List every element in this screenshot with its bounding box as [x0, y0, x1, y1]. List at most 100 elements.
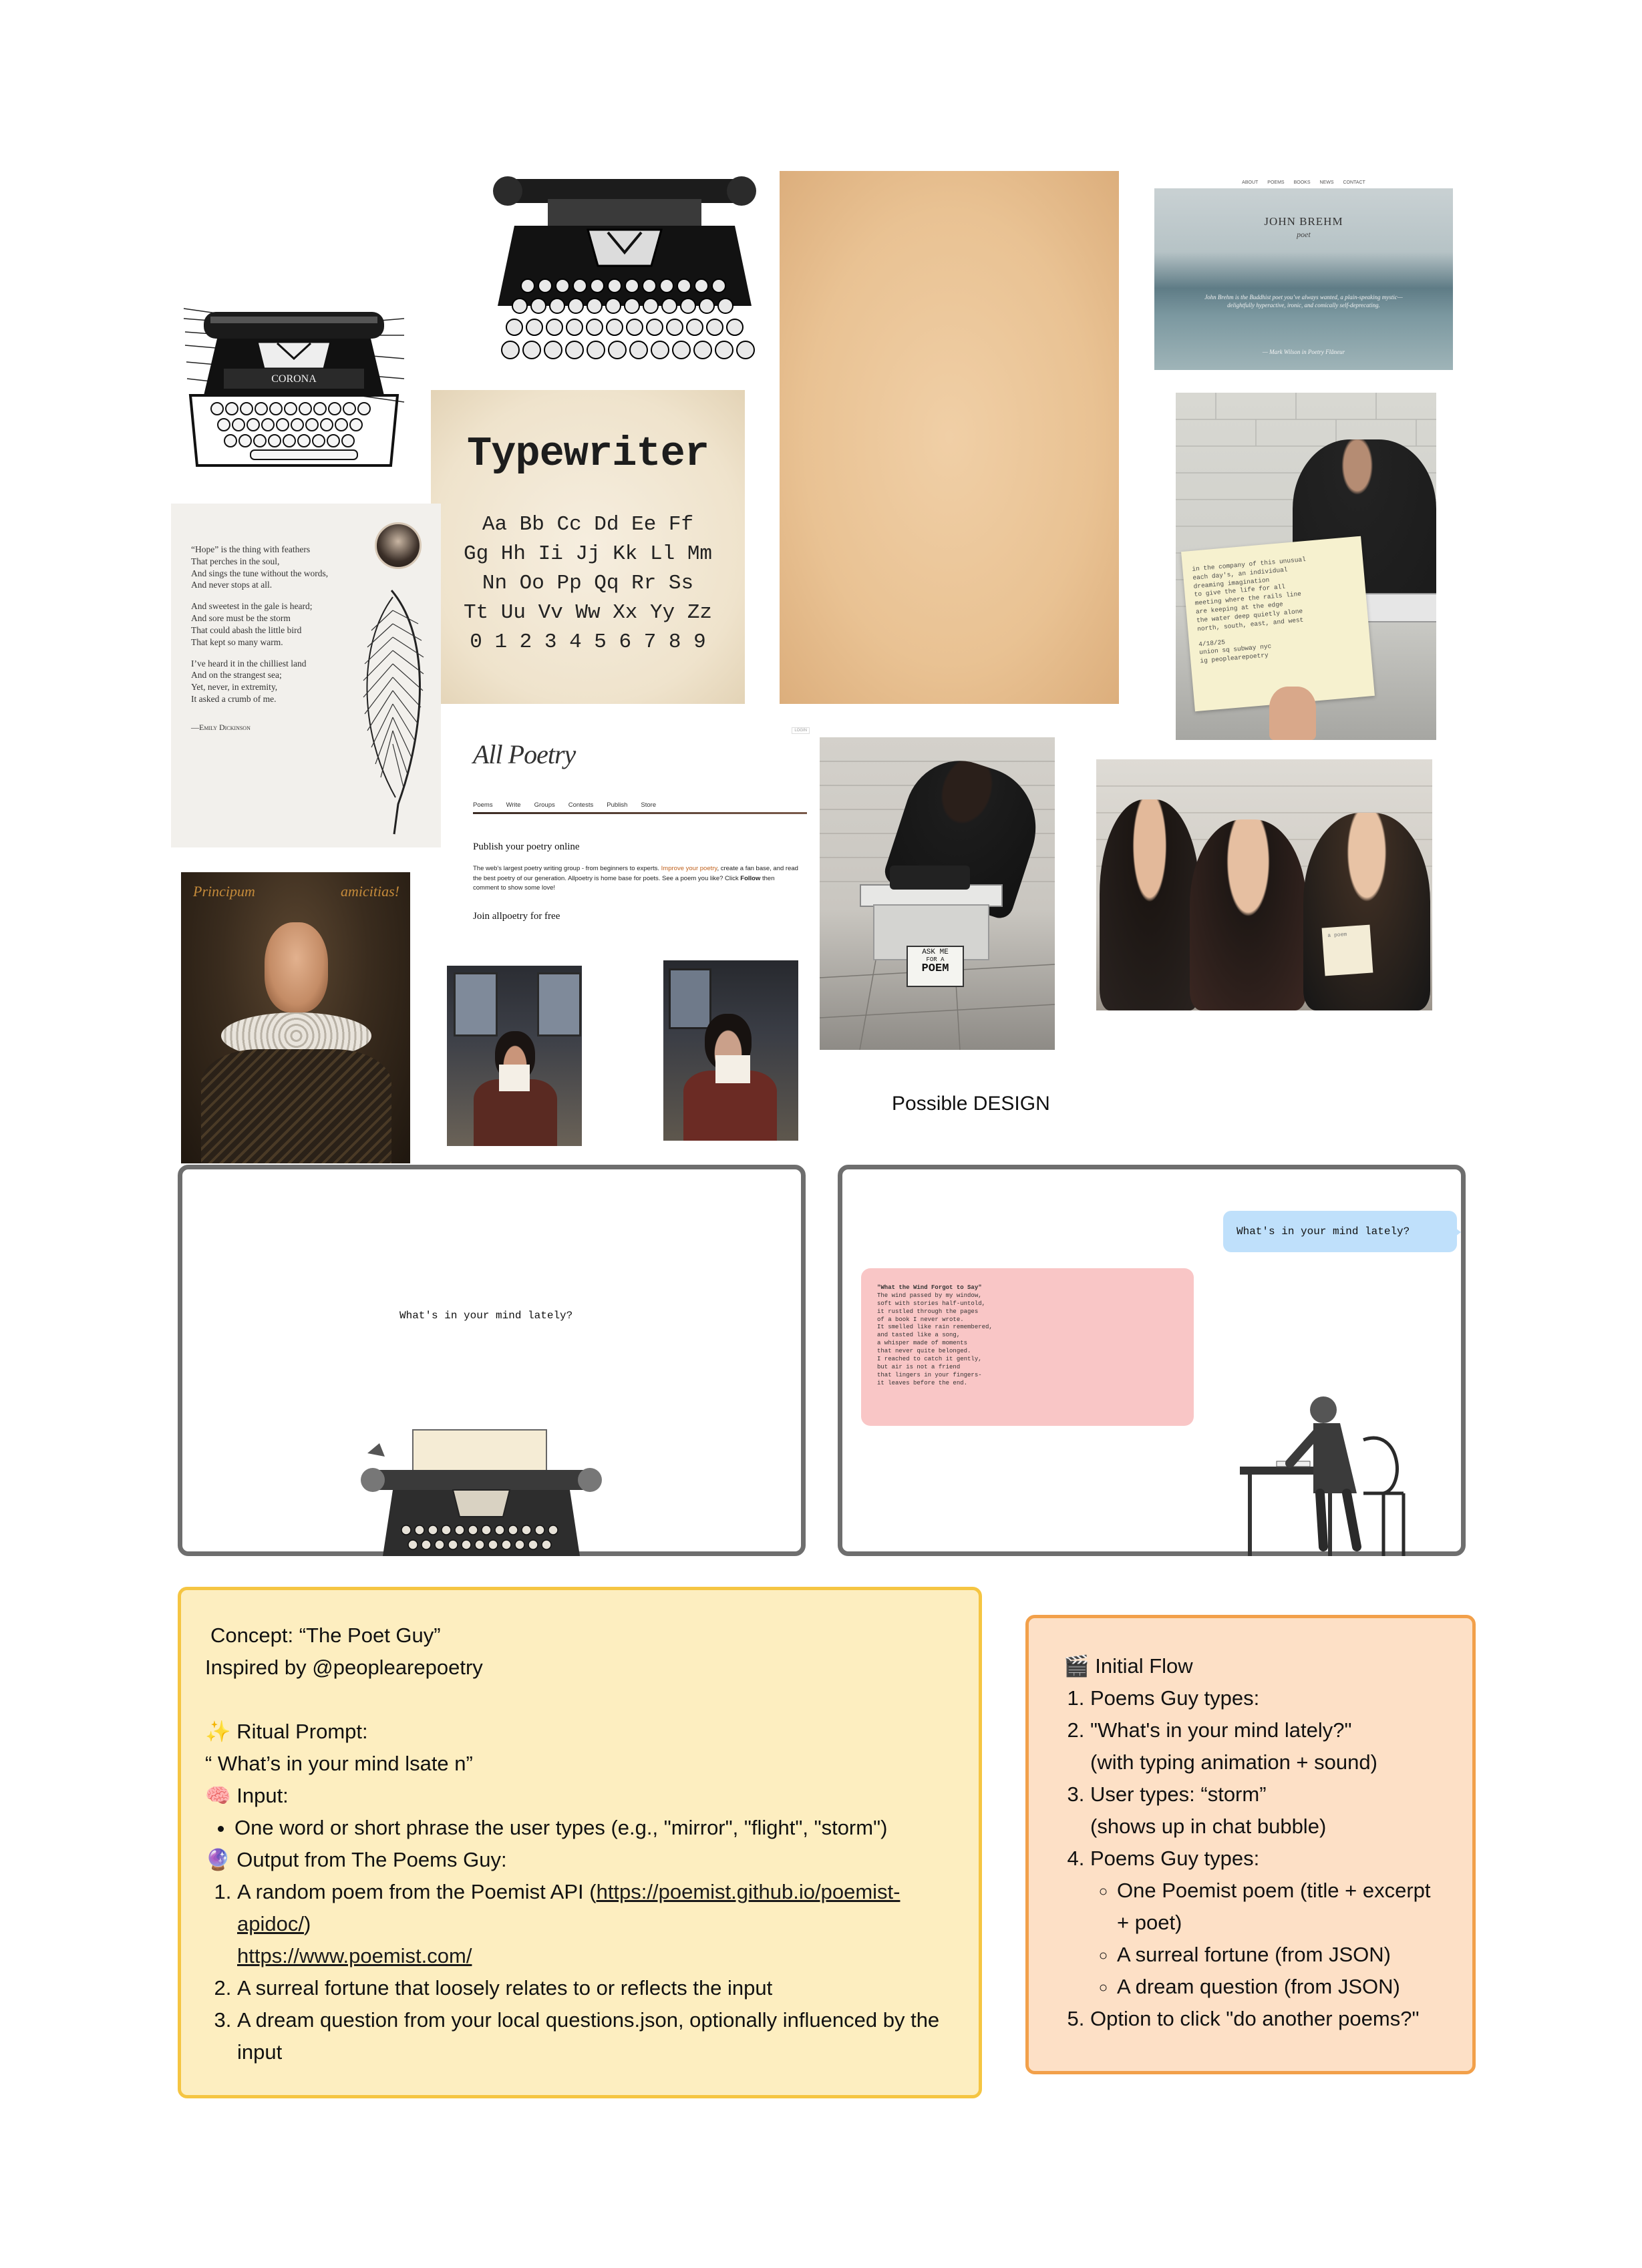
- flow-output-question: A dream question (from JSON): [1117, 1971, 1438, 2003]
- output-item-poem: A random poem from the Poemist API (http…: [237, 1876, 959, 1972]
- output-item-fortune: A surreal fortune that loosely relates t…: [237, 1972, 959, 2004]
- shakespeare-portrait: Principum amicitias!: [181, 872, 410, 1163]
- input-heading: 🧠 Input:: [205, 1780, 979, 1812]
- rider-paper: [715, 1055, 750, 1083]
- poem-line: It asked a crumb of me.: [191, 693, 277, 704]
- flow-step-5: Option to click "do another poems?": [1090, 2003, 1472, 2035]
- poem-line: I’ve heard it in the chilliest land: [191, 658, 307, 669]
- output-item-question: A dream question from your local questio…: [237, 2004, 959, 2068]
- emily-dickinson-poem-card: “Hope” is the thing with feathers That p…: [171, 504, 441, 847]
- ritual-prompt-label: Ritual Prompt:: [236, 1720, 368, 1743]
- flow-heading: 🎬 Initial Flow: [1063, 1650, 1472, 1682]
- subway-window: [669, 968, 711, 1029]
- ask-me-sign: ASK ME FOR A POEM: [907, 946, 964, 987]
- brehm-name: JOHN BREHM: [1264, 215, 1343, 228]
- allpoetry-nav-publish[interactable]: Publish: [607, 801, 627, 809]
- corona-typewriter-illustration: CORONA: [177, 295, 411, 472]
- poem-line: And on the strangest sea;: [191, 670, 282, 681]
- allpoetry-nav-groups[interactable]: Groups: [534, 801, 555, 809]
- brehm-attribution: — Mark Wilson in Poetry Flâneur: [1262, 349, 1345, 355]
- brehm-nav-poems[interactable]: POEMS: [1267, 180, 1284, 185]
- allpoetry-body: The web's largest poetry writing group -…: [473, 864, 800, 894]
- poem-line: [191, 591, 328, 600]
- allpoetry-login[interactable]: LOGIN: [792, 727, 810, 734]
- allpoetry-nav-store[interactable]: Store: [641, 801, 656, 809]
- brehm-nav-news[interactable]: NEWS: [1320, 180, 1334, 185]
- aged-paper-texture: [780, 171, 1119, 704]
- subway-rider-photo-2: [663, 960, 798, 1141]
- poem-line: That perches in the soul,: [191, 556, 280, 566]
- portrait-doublet: [201, 1049, 391, 1163]
- flow-step-2-text: "What's in your mind lately?": [1090, 1718, 1352, 1742]
- poem-line: That could abash the little bird: [191, 624, 302, 635]
- input-description: One word or short phrase the user types …: [234, 1812, 979, 1844]
- typewriter-font-specimen: Typewriter Aa Bb Cc Dd Ee Ff Gg Hh Ii Jj…: [431, 390, 745, 704]
- poem-line: I reached to catch it gently,: [877, 1355, 982, 1362]
- vintage-typewriter-photo: [488, 172, 762, 373]
- poem-line: that lingers in your fingers-: [877, 1371, 982, 1378]
- flow-step-2: "What's in your mind lately?" (with typin…: [1090, 1714, 1472, 1778]
- flow-steps: Poems Guy types: "What's in your mind la…: [1063, 1682, 1472, 2035]
- sparkles-icon: ✨: [205, 1720, 231, 1743]
- font-specimen-title: Typewriter: [466, 430, 709, 478]
- brain-icon: 🧠: [205, 1784, 231, 1807]
- design-screen-chat: What's in your mind lately? "What the Wi…: [838, 1165, 1466, 1556]
- poem-line: And sweetest in the gale is heard;: [191, 601, 313, 612]
- brehm-nav-books[interactable]: BOOKS: [1294, 180, 1311, 185]
- brehm-nav-contact[interactable]: CONTACT: [1343, 180, 1365, 185]
- poem-note-card: in the company of this unusual each day'…: [1181, 536, 1375, 712]
- flow-step-1: Poems Guy types:: [1090, 1682, 1472, 1714]
- writing-poet-illustration: [1240, 1396, 1406, 1556]
- concept-title: Concept: “The Poet Guy”: [210, 1624, 441, 1647]
- allpoetry-nav-poems[interactable]: Poems: [473, 801, 493, 809]
- poem-line: of a book I never wrote.: [877, 1316, 964, 1323]
- friend-2: [1190, 819, 1307, 1010]
- font-specimen-row: Gg Hh Ii Jj Kk Ll Mm: [463, 542, 713, 566]
- font-specimen-row: Tt Uu Vv Ww Xx Yy Zz: [463, 601, 713, 624]
- street-poet-photo: ASK ME FOR A POEM: [820, 737, 1055, 1050]
- friend-1: [1100, 799, 1200, 1010]
- poem-line: The wind passed by my window,: [877, 1292, 982, 1299]
- font-specimen-row: Nn Oo Pp Qq Rr Ss: [482, 572, 694, 595]
- output-heading: 🔮 Output from The Poems Guy:: [205, 1844, 979, 1876]
- ritual-prompt-text: “ What’s in your mind lsate n”: [205, 1752, 473, 1775]
- portrait-inscription-right: amicitias!: [341, 883, 399, 900]
- allpoetry-join-cta[interactable]: Join allpoetry for free: [473, 911, 560, 922]
- subway-poem-card-photo: in the company of this unusual each day'…: [1176, 393, 1436, 740]
- allpoetry-nav: Poems Write Groups Contests Publish Stor…: [473, 801, 656, 809]
- allpoetry-improve-link[interactable]: Improve your poetry: [661, 865, 717, 872]
- brehm-quote: John Brehm is the Buddhist poet you’ve a…: [1204, 294, 1403, 309]
- allpoetry-nav-write[interactable]: Write: [506, 801, 521, 809]
- flow-step-4: Poems Guy types: One Poemist poem (title…: [1090, 1843, 1472, 2003]
- poem-line: a whisper made of moments: [877, 1340, 968, 1347]
- subway-window: [454, 972, 498, 1036]
- allpoetry-follow-word: Follow: [740, 874, 761, 882]
- concept-note: Concept: “The Poet Guy” Inspired by @peo…: [178, 1587, 982, 2098]
- allpoetry-nav-contests[interactable]: Contests: [568, 801, 594, 809]
- flow-step-2-note: (with typing animation + sound): [1090, 1750, 1377, 1774]
- clapperboard-icon: 🎬: [1063, 1654, 1090, 1678]
- poem-title: "What the Wind Forgot to Say": [877, 1284, 982, 1291]
- allpoetry-logo[interactable]: All Poetry: [473, 739, 576, 770]
- output-label: Output from The Poems Guy:: [236, 1848, 507, 1871]
- output-list: A random poem from the Poemist API (http…: [205, 1876, 959, 2068]
- brehm-hero: JOHN BREHM poet John Brehm is the Buddhi…: [1154, 188, 1453, 370]
- poemist-site-link[interactable]: https://www.poemist.com/: [237, 1944, 472, 1967]
- flow-step-3-text: User types: “storm”: [1090, 1782, 1267, 1806]
- flow-step-4-list: One Poemist poem (title + excerpt + poet…: [1090, 1875, 1438, 2003]
- user-chat-bubble: What's in your mind lately?: [1223, 1211, 1457, 1252]
- poet-typewriter: [890, 866, 970, 890]
- design-screen-prompt: What's in your mind lately?: [178, 1165, 806, 1556]
- poem-line: it leaves before the end.: [877, 1379, 968, 1386]
- typewriter-illustration: [361, 1429, 602, 1556]
- flow-step-3: User types: “storm” (shows up in chat bub…: [1090, 1778, 1472, 1843]
- poem-line: and tasted like a song,: [877, 1332, 961, 1339]
- poem-line: And sings the tune without the words,: [191, 568, 329, 578]
- poem-line: Yet, never, in extremity,: [191, 682, 278, 693]
- brehm-nav-about[interactable]: ABOUT: [1242, 180, 1258, 185]
- user-bubble-tail: [1456, 1228, 1461, 1236]
- poem-line: it rustled through the pages: [877, 1308, 979, 1315]
- allpoetry-website: LOGIN All Poetry Poems Write Groups Cont…: [461, 724, 814, 935]
- group-selfie-photo: a poem: [1096, 759, 1432, 1010]
- feather-illustration: [363, 590, 424, 835]
